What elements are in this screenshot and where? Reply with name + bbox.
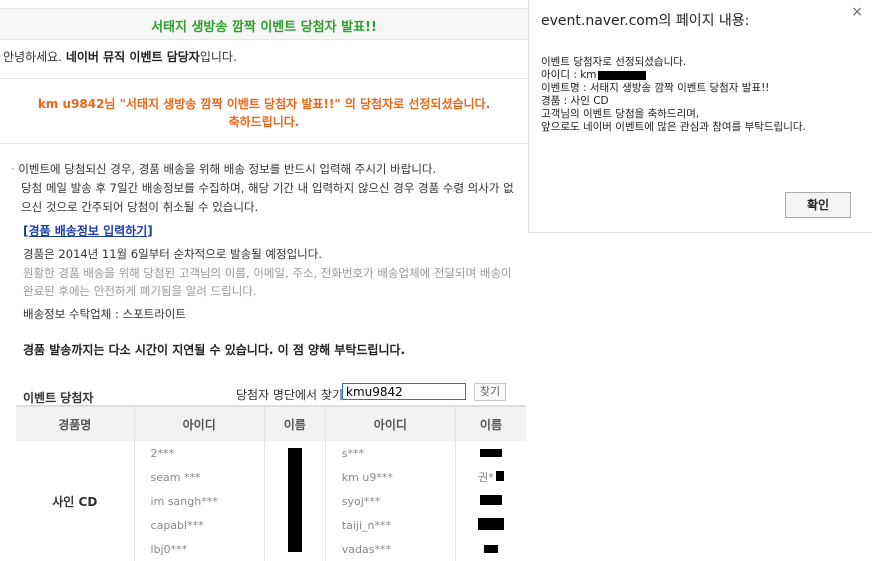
- header-name-1: 이름: [264, 405, 326, 441]
- shipping-info-link[interactable]: [경품 배송정보 입력하기]: [23, 222, 153, 239]
- header-id-2: 아이디: [325, 405, 456, 441]
- winner-line-1: km u9842님 "서태지 생방송 깜짝 이벤트 당첨자 발표!!" 의 당첨…: [37, 97, 491, 111]
- redaction-mark: [477, 517, 504, 530]
- winner-id: vadas***: [325, 537, 456, 561]
- winners-table: 경품명 아이디 이름 아이디 이름 사인 CD 2*** s*** seam *…: [16, 405, 526, 561]
- winner-name: [455, 537, 526, 561]
- search-label: 당첨자 명단에서 찾기: [236, 388, 343, 402]
- header-id-1: 아이디: [134, 405, 265, 441]
- winner-name: [455, 489, 526, 513]
- winner-id: syoj***: [325, 489, 456, 513]
- ok-button[interactable]: 확인: [785, 192, 851, 218]
- winner-search-input[interactable]: [342, 383, 466, 400]
- delay-notice: 경품 발송까지는 다소 시간이 지연될 수 있습니다. 이 점 양해 부탁드립니…: [23, 343, 406, 357]
- header-name-2: 이름: [455, 405, 526, 441]
- shipping-privacy: 원활한 경품 배송을 위해 당첨된 고객님의 이름, 이메일, 주소, 전화번호…: [23, 266, 512, 298]
- winner-name: 권*: [455, 465, 526, 489]
- dialog-line: 아이디 : km: [541, 69, 859, 82]
- winner-announcement: km u9842님 "서태지 생방송 깜짝 이벤트 당첨자 발표!!" 의 당첨…: [0, 78, 528, 144]
- redaction-mark: [495, 471, 504, 481]
- redacted-names-col-1: [264, 441, 326, 561]
- winner-id: seam ***: [134, 465, 265, 489]
- winner-id: km u9***: [325, 465, 456, 489]
- shipping-company: 배송정보 수탁업체 : 스포트라이트: [23, 307, 186, 321]
- page-title: 서태지 생방송 깜짝 이벤트 당첨자 발표!!: [151, 20, 377, 35]
- dialog-line: 앞으로도 네이버 이벤트에 많은 관심과 참여를 부탁드립니다.: [541, 121, 806, 133]
- greeting-prefix: 안녕하세요.: [3, 50, 66, 64]
- shipping-date: 경품은 2014년 11월 6일부터 순차적으로 발송될 예정입니다.: [23, 247, 322, 261]
- winner-id: lbj0***: [134, 537, 265, 561]
- dialog-line: 고객님의 이벤트 당첨을 축하드리며,: [541, 108, 700, 120]
- greeting-suffix: 입니다.: [199, 50, 237, 64]
- redaction-mark: [479, 448, 502, 457]
- redaction-mark: [479, 494, 502, 505]
- winner-id: im sangh***: [134, 489, 265, 513]
- dialog-message: 이벤트 당첨자로 선정되셨습니다. 아이디 : km 이벤트명 : 서태지 생방…: [541, 56, 859, 134]
- winners-title: 이벤트 당첨자: [23, 391, 94, 405]
- close-icon[interactable]: ×: [851, 4, 863, 20]
- notice-line-1: 이벤트에 당첨되신 경우, 경품 배송을 위해 배송 정보를 반드시 입력해 주…: [18, 162, 437, 176]
- header-prize: 경품명: [16, 405, 135, 441]
- winner-id: s***: [325, 441, 456, 465]
- dialog-title: event.naver.com의 페이지 내용:: [541, 13, 750, 29]
- winner-name: [455, 441, 526, 465]
- winner-id: capabl***: [134, 513, 265, 537]
- winner-id: taiji_n***: [325, 513, 456, 537]
- redaction-mark: [597, 70, 646, 80]
- alert-dialog: event.naver.com의 페이지 내용: × 이벤트 당첨자로 선정되셨…: [528, 0, 872, 233]
- dialog-line: 이벤트명 : 서태지 생방송 깜짝 이벤트 당첨자 발표!!: [541, 82, 770, 94]
- table-header-row: 경품명 아이디 이름 아이디 이름: [16, 405, 526, 441]
- greeting-bold: 네이버 뮤직 이벤트 담당자: [65, 50, 200, 64]
- search-button[interactable]: 찾기: [474, 383, 506, 401]
- dialog-id-text: 아이디 : km: [541, 69, 597, 81]
- winner-name-text: 권*: [478, 471, 494, 484]
- greeting: 안녕하세요. 네이버 뮤직 이벤트 담당자입니다.: [3, 48, 237, 65]
- winner-id: 2***: [134, 441, 265, 465]
- winner-line-2: 축하드립니다.: [228, 115, 300, 129]
- table-row: 사인 CD 2*** s***: [16, 441, 526, 561]
- winner-name: [455, 513, 526, 537]
- shipping-notice: · 이벤트에 당첨되신 경우, 경품 배송을 위해 배송 정보를 반드시 입력해…: [3, 160, 523, 217]
- dialog-line: 이벤트 당첨자로 선정되셨습니다.: [541, 56, 687, 68]
- prize-cell: 사인 CD: [16, 441, 135, 561]
- dialog-line: 경품 : 사인 CD: [541, 95, 609, 107]
- title-bar: 서태지 생방송 깜짝 이벤트 당첨자 발표!!: [0, 8, 528, 40]
- notice-line-2: 당첨 메일 발송 후 7일간 배송정보를 수집하며, 해당 기간 내 입력하지 …: [21, 181, 514, 214]
- redaction-mark: [287, 447, 302, 552]
- event-page: 서태지 생방송 깜짝 이벤트 당첨자 발표!! 안녕하세요. 네이버 뮤직 이벤…: [0, 0, 530, 561]
